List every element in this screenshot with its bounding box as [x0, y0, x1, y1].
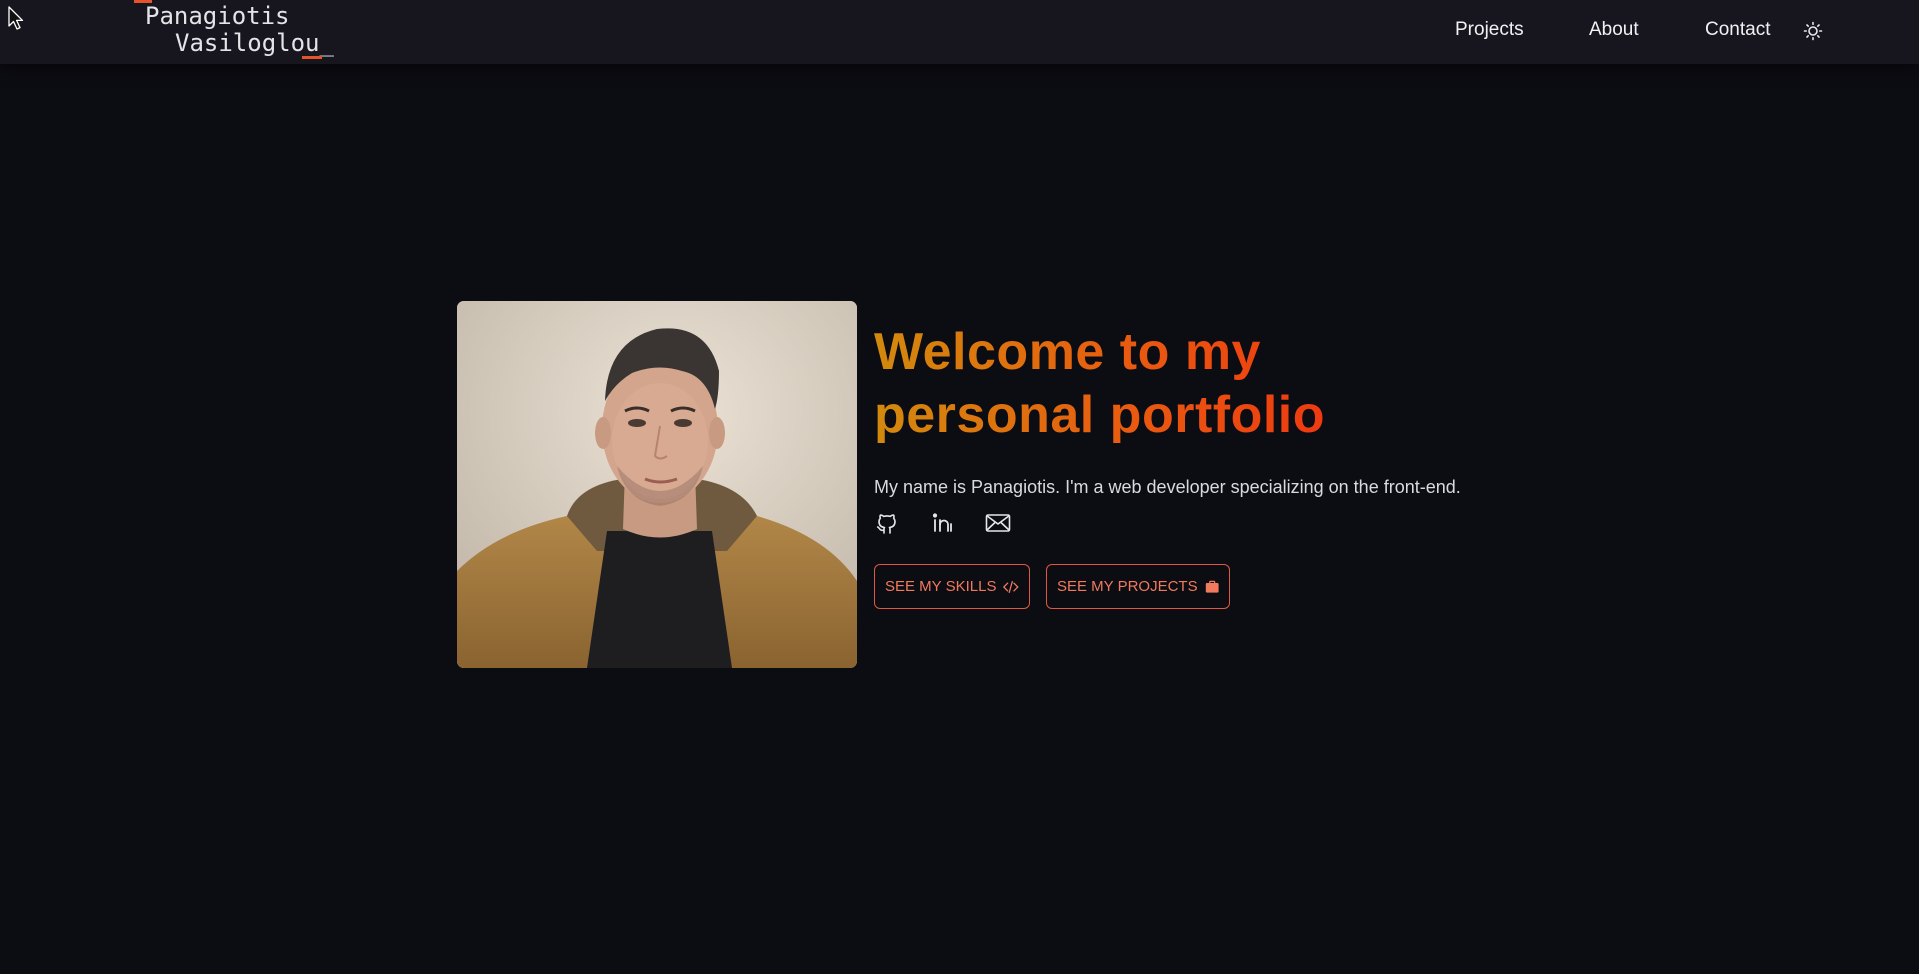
- profile-photo: [457, 301, 857, 668]
- nav-link-contact[interactable]: Contact: [1705, 19, 1770, 41]
- linkedin-icon: [932, 513, 952, 532]
- see-skills-button[interactable]: SEE MY SKILLS: [874, 564, 1030, 609]
- see-skills-label: SEE MY SKILLS: [885, 578, 997, 595]
- profile-photo-illustration: [457, 301, 857, 668]
- main-nav: Projects About Contact: [1440, 0, 1840, 62]
- sun-icon: [1803, 21, 1823, 41]
- mail-icon: [985, 514, 1011, 532]
- site-logo[interactable]: Panagiotis Vasiloglou_: [134, 0, 334, 62]
- nav-link-projects[interactable]: Projects: [1455, 19, 1524, 41]
- code-icon: [1003, 580, 1019, 593]
- briefcase-icon: [1205, 580, 1219, 593]
- hero-subtitle: My name is Panagiotis. I'm a web develop…: [874, 477, 1461, 497]
- logo-underscore-accent: [302, 56, 322, 59]
- hero-buttons: SEE MY SKILLS SEE MY PROJECTS: [874, 564, 1514, 610]
- logo-last-name: Vasiloglou_: [175, 29, 334, 57]
- see-projects-button[interactable]: SEE MY PROJECTS: [1046, 564, 1230, 609]
- github-icon: [876, 514, 896, 534]
- site-header: Panagiotis Vasiloglou_ Projects About Co…: [0, 0, 1919, 64]
- social-links: [874, 510, 1514, 536]
- see-projects-label: SEE MY PROJECTS: [1057, 578, 1198, 595]
- theme-toggle-button[interactable]: [1802, 20, 1824, 42]
- email-link[interactable]: [985, 510, 1011, 536]
- logo-first-name: Panagiotis: [145, 2, 290, 30]
- hero-content: Welcome to my personal portfolio My name…: [874, 321, 1514, 610]
- linkedin-link[interactable]: [930, 510, 956, 536]
- hero-title: Welcome to my personal portfolio: [874, 321, 1344, 447]
- nav-link-about[interactable]: About: [1589, 19, 1639, 41]
- github-link[interactable]: [874, 510, 900, 536]
- hero-section: Welcome to my personal portfolio My name…: [457, 301, 1497, 669]
- mouse-cursor-icon: [8, 6, 24, 30]
